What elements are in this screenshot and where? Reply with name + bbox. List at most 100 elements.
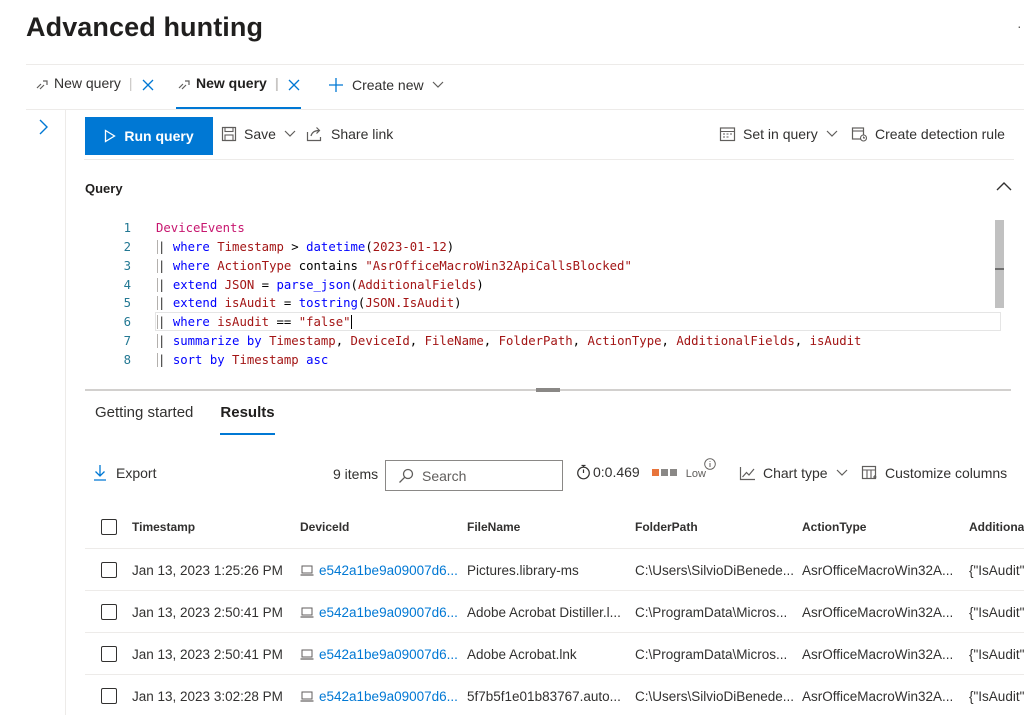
create-new-button[interactable]: Create new	[328, 77, 444, 93]
laptop-icon	[300, 607, 314, 618]
cell-device-id: e542a1be9a09007d6...	[319, 647, 458, 662]
download-icon	[94, 465, 106, 481]
query-tab-label: New query	[54, 75, 121, 91]
query-editor[interactable]: 1 DeviceEvents 2 | where Timestamp > dat…	[85, 218, 1005, 382]
line-number: 8	[123, 352, 131, 367]
select-all-checkbox[interactable]	[101, 519, 117, 535]
cell-file-name: Pictures.library-ms	[467, 563, 579, 578]
line-number: 4	[123, 277, 131, 292]
left-rail	[24, 110, 66, 715]
cell-device-id: e542a1be9a09007d6...	[319, 605, 458, 620]
line-number: 2	[123, 240, 131, 255]
cell-additional: {"IsAudit":	[969, 689, 1024, 704]
column-header-filename[interactable]: FileName	[467, 520, 520, 534]
table-row[interactable]: Jan 13, 2023 2:50:41 PM e542a1be9a09007d…	[85, 633, 1024, 675]
cell-additional: {"IsAudit":	[969, 647, 1024, 662]
search-placeholder: Search	[422, 467, 467, 484]
more-options-icon[interactable]: ·	[1017, 18, 1022, 34]
row-checkbox[interactable]	[101, 562, 117, 578]
code-line: | sort by Timestamp asc	[157, 352, 329, 367]
chart-type-dropdown[interactable]: Chart type	[739, 465, 848, 481]
laptop-icon	[300, 649, 314, 660]
line-number: 7	[123, 333, 131, 348]
column-header-additional[interactable]: Additional	[969, 520, 1024, 534]
customize-columns-button[interactable]: Customize columns	[861, 465, 1007, 481]
resource-level: Low	[685, 468, 706, 480]
info-icon[interactable]	[704, 458, 716, 470]
cell-action-type: AsrOfficeMacroWin32A...	[802, 689, 954, 704]
editor-line: 6 | where isAudit == "false"	[85, 313, 1005, 332]
cell-device-id: e542a1be9a09007d6...	[319, 563, 458, 578]
elapsed-time: 0:0.469	[593, 464, 640, 480]
tab-getting-started[interactable]: Getting started	[95, 404, 193, 436]
query-tab-1[interactable]: New query |	[34, 75, 155, 109]
run-query-button[interactable]: Run query	[85, 117, 213, 155]
cell-action-type: AsrOfficeMacroWin32A...	[802, 647, 954, 662]
cell-timestamp: Jan 13, 2023 3:02:28 PM	[132, 689, 283, 704]
text-caret	[350, 315, 352, 330]
cell-file-name: 5f7b5f1e01b83767.auto...	[467, 689, 621, 704]
code-line: | where isAudit == "false"	[157, 314, 352, 330]
tab-results[interactable]: Results	[220, 404, 275, 436]
chevron-right-icon[interactable]	[36, 118, 50, 136]
link-query-icon	[36, 80, 48, 90]
create-new-label: Create new	[352, 77, 424, 93]
table-row[interactable]: Jan 13, 2023 3:02:28 PM e542a1be9a09007d…	[85, 675, 1024, 715]
cell-folder-path: C:\Users\SilvioDiBenede...	[635, 563, 795, 578]
chevron-down-icon	[284, 130, 296, 137]
column-header-actiontype[interactable]: ActionType	[802, 520, 866, 534]
query-section-label: Query	[85, 181, 123, 196]
row-checkbox[interactable]	[101, 646, 117, 662]
set-in-query-button[interactable]: Set in query	[719, 126, 845, 142]
query-tab-label: New query	[196, 75, 267, 91]
editor-line: 8 | sort by Timestamp asc	[85, 350, 1005, 369]
table-row[interactable]: Jan 13, 2023 2:50:41 PM e542a1be9a09007d…	[85, 591, 1024, 633]
scrollbar-position-marker	[995, 268, 1004, 270]
calendar-icon	[719, 127, 736, 142]
search-input[interactable]: Search	[385, 460, 563, 491]
column-header-deviceid[interactable]: DeviceId	[300, 520, 349, 534]
create-detection-rule-button[interactable]: Create detection rule	[851, 126, 1005, 142]
line-number: 6	[123, 315, 131, 330]
query-tabs-bar: New query | New query | Create new	[26, 64, 1024, 110]
cell-folder-path: C:\ProgramData\Micros...	[635, 605, 788, 620]
column-header-timestamp[interactable]: Timestamp	[132, 520, 195, 534]
cell-additional: {"IsAudit":	[969, 605, 1024, 620]
close-icon[interactable]	[141, 78, 155, 92]
chevron-up-icon[interactable]	[996, 180, 1012, 192]
resize-handle[interactable]	[536, 388, 560, 392]
row-checkbox[interactable]	[101, 688, 117, 704]
row-checkbox[interactable]	[101, 604, 117, 620]
save-label: Save	[244, 126, 276, 142]
share-link-label: Share link	[331, 126, 394, 142]
play-icon	[105, 129, 117, 143]
table-row[interactable]: Jan 13, 2023 1:25:26 PM e542a1be9a09007d…	[85, 549, 1024, 591]
export-button[interactable]: Export	[93, 464, 156, 481]
customize-columns-label: Customize columns	[885, 465, 1008, 481]
close-icon[interactable]	[287, 78, 301, 92]
editor-scrollbar[interactable]	[995, 220, 1004, 308]
device-link[interactable]: e542a1be9a09007d6...	[300, 605, 458, 620]
query-tab-2[interactable]: New query |	[176, 75, 301, 109]
device-link[interactable]: e542a1be9a09007d6...	[300, 689, 458, 704]
resource-bar	[660, 468, 668, 476]
detection-rule-icon	[851, 127, 868, 142]
cell-action-type: AsrOfficeMacroWin32A...	[802, 563, 954, 578]
editor-line: 7 | summarize by Timestamp, DeviceId, Fi…	[85, 332, 1005, 351]
device-link[interactable]: e542a1be9a09007d6...	[300, 563, 458, 578]
device-link[interactable]: e542a1be9a09007d6...	[300, 647, 458, 662]
editor-line: 1 DeviceEvents	[85, 219, 1005, 238]
editor-line: 4 | extend JSON = parse_json(AdditionalF…	[85, 275, 1005, 294]
share-link-button[interactable]: Share link	[306, 126, 393, 142]
run-query-label: Run query	[124, 128, 194, 144]
save-button[interactable]: Save	[221, 126, 303, 142]
set-in-query-label: Set in query	[743, 126, 818, 142]
table-header: Timestamp DeviceId FileName FolderPath A…	[85, 505, 1024, 549]
cell-timestamp: Jan 13, 2023 2:50:41 PM	[132, 647, 283, 662]
column-header-folderpath[interactable]: FolderPath	[635, 520, 698, 534]
cell-action-type: AsrOfficeMacroWin32A...	[802, 605, 954, 620]
advanced-hunting-page: Advanced hunting · New query | New query…	[0, 0, 1024, 715]
results-tabs: Getting started Results	[95, 404, 302, 436]
cell-additional: {"IsAudit":	[969, 563, 1024, 578]
code-line: | summarize by Timestamp, DeviceId, File…	[157, 333, 862, 348]
